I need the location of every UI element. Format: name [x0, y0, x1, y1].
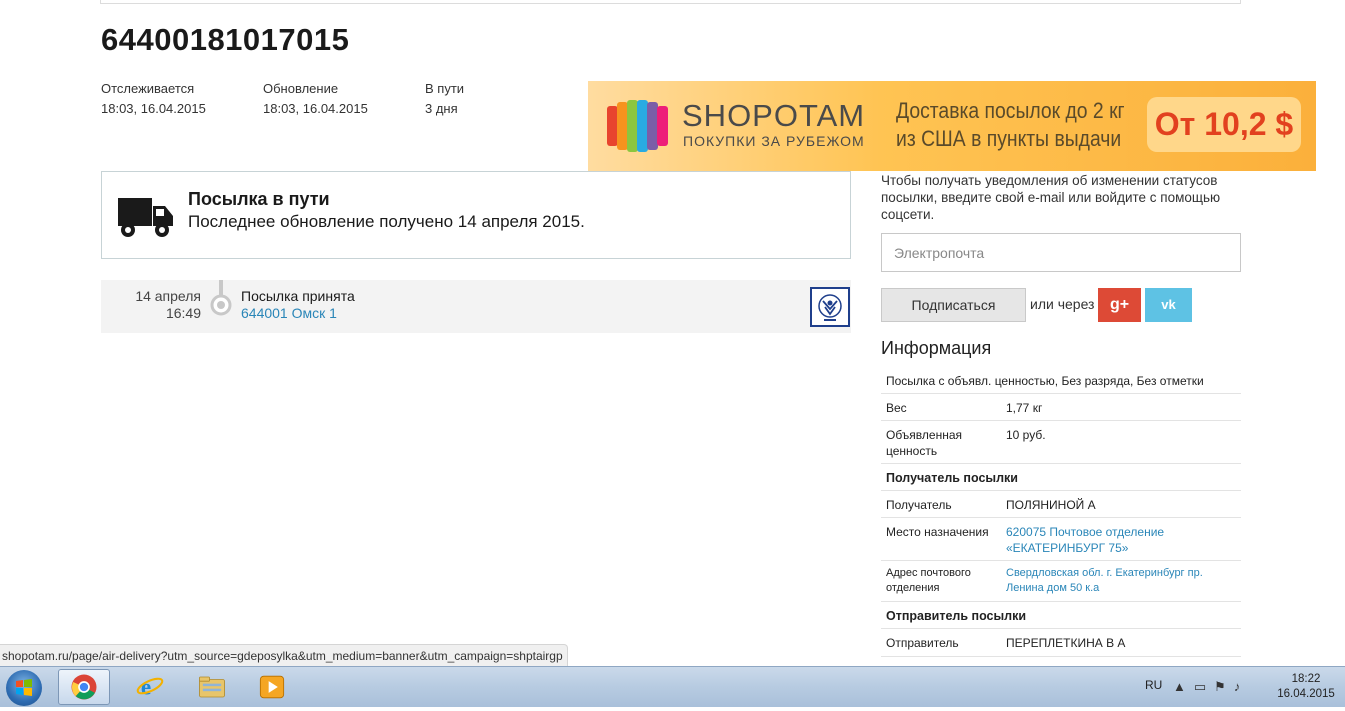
tray-clock[interactable]: 18:22 16.04.2015 — [1275, 672, 1337, 702]
truck-icon — [118, 198, 173, 237]
event-location-link[interactable]: 644001 Омск 1 — [241, 305, 337, 321]
event-datetime: 14 апреля 16:49 — [135, 288, 201, 322]
info-row-address: Адрес почтового отделения Свердловская о… — [881, 561, 1241, 602]
timeline-node-icon — [210, 280, 232, 316]
banner-promo-line2: из США в пункты выдачи — [896, 126, 1122, 151]
shopotam-ad-banner[interactable]: SHOPOTAM ПОКУПКИ ЗА РУБЕЖОМ Доставка пос… — [588, 81, 1316, 171]
status-box: Посылка в пути Последнее обновление полу… — [101, 171, 851, 259]
status-title: Посылка в пути — [188, 189, 330, 209]
windows-logo-icon — [16, 679, 32, 696]
or-via-label: или через — [1030, 296, 1095, 312]
start-button[interactable] — [6, 670, 42, 706]
info-sender-label: Отправитель — [886, 636, 959, 650]
subscribe-description: Чтобы получать уведомления об изменении … — [881, 173, 1221, 222]
tracking-number: 64400181017015 — [101, 22, 350, 57]
tracking-event: 14 апреля 16:49 Посылка принята 644001 О… — [101, 280, 851, 333]
tray-network-icon[interactable]: ▭ — [1194, 679, 1214, 694]
meta-tracked-label: Отслеживается — [101, 81, 195, 96]
info-destination-line1[interactable]: 620075 Почтовое отделение — [1006, 524, 1236, 540]
info-declared-label-line1: Объявленная — [886, 428, 963, 442]
info-row-recipient: Получатель ПОЛЯНИНОЙ А — [881, 491, 1241, 518]
info-declared-label: Объявленная ценность — [886, 427, 1001, 459]
meta-tracked-value: 18:03, 16.04.2015 — [101, 101, 206, 116]
email-input[interactable] — [881, 233, 1241, 272]
info-recipient-label: Получатель — [886, 498, 952, 512]
info-row-sender-section: Отправитель посылки — [881, 602, 1241, 629]
info-row-type: Посылка с объявл. ценностью, Без разряда… — [881, 368, 1241, 394]
meta-updated: Обновление 18:03, 16.04.2015 — [263, 80, 368, 120]
info-destination-label: Место назначения — [886, 525, 989, 539]
tray-icons[interactable]: ▲▭⚑♪ — [1173, 679, 1248, 695]
event-name: Посылка принята — [241, 288, 355, 304]
info-row-recipient-section: Получатель посылки — [881, 464, 1241, 491]
meta-in-transit: В пути 3 дня — [425, 80, 464, 120]
info-row-declared: Объявленная ценность 10 руб. — [881, 421, 1241, 464]
meta-tracked: Отслеживается 18:03, 16.04.2015 — [101, 80, 206, 120]
tray-language[interactable]: RU — [1145, 678, 1162, 692]
taskbar-ie[interactable]: e — [124, 669, 176, 705]
info-recipient-value: ПОЛЯНИНОЙ А — [1006, 498, 1096, 512]
info-table: Посылка с объявл. ценностью, Без разряда… — [881, 368, 1241, 657]
banner-promo: Доставка посылок до 2 кг из США в пункты… — [896, 97, 1125, 153]
info-row-sender: Отправитель ПЕРЕПЛЕТКИНА В А — [881, 629, 1241, 657]
info-address-line2[interactable]: Ленина дом 50 к.а — [1006, 581, 1236, 596]
banner-tagline: ПОКУПКИ ЗА РУБЕЖОМ — [683, 133, 865, 149]
windows-taskbar: e RU ▲▭⚑♪ 18:22 16.04.2015 — [0, 666, 1345, 707]
internet-explorer-icon: e — [136, 674, 164, 700]
info-declared-label-line2: ценность — [886, 444, 938, 458]
info-weight-value: 1,77 кг — [1006, 401, 1043, 415]
meta-in-transit-value: 3 дня — [425, 101, 458, 116]
russian-post-icon — [810, 287, 850, 327]
info-title: Информация — [881, 338, 992, 358]
tray-flag-icon[interactable]: ⚑ — [1214, 679, 1234, 694]
banner-promo-line1: Доставка посылок до 2 кг — [896, 98, 1125, 123]
folder-icon — [199, 676, 225, 698]
clock-time: 18:22 — [1291, 673, 1321, 685]
meta-updated-value: 18:03, 16.04.2015 — [263, 101, 368, 116]
vk-button[interactable]: vk — [1145, 288, 1192, 322]
taskbar-explorer[interactable] — [186, 669, 238, 705]
event-time: 16:49 — [165, 305, 201, 321]
status-description: Последнее обновление получено 14 апреля … — [188, 212, 585, 231]
sender-section-title: Отправитель посылки — [886, 609, 1027, 623]
browser-status-url: shopotam.ru/page/air-delivery?utm_source… — [0, 644, 568, 668]
info-declared-value: 10 руб. — [1006, 428, 1046, 442]
info-weight-label: Вес — [886, 401, 907, 415]
info-parcel-type: Посылка с объявл. ценностью, Без разряда… — [886, 374, 1204, 388]
banner-brand: SHOPOTAM — [682, 98, 866, 133]
tray-volume-icon[interactable]: ♪ — [1234, 679, 1249, 694]
shopotam-logo-icon — [607, 100, 668, 152]
event-date: 14 апреля — [135, 288, 201, 304]
info-destination-line2[interactable]: «ЕКАТЕРИНБУРГ 75» — [1006, 540, 1236, 556]
banner-price: От 10,2 $ — [1147, 97, 1301, 152]
info-address-label: Адрес почтового отделения — [886, 566, 1001, 596]
info-address-label-line2: отделения — [886, 582, 940, 594]
tray-expand-icon[interactable]: ▲ — [1173, 679, 1194, 694]
info-address-line1[interactable]: Свердловская обл. г. Екатеринбург пр. — [1006, 566, 1236, 581]
info-row-destination: Место назначения 620075 Почтовое отделен… — [881, 518, 1241, 561]
clock-date: 16.04.2015 — [1277, 688, 1335, 700]
media-player-icon — [259, 675, 285, 699]
info-address-label-line1: Адрес почтового — [886, 567, 971, 579]
recipient-section-title: Получатель посылки — [886, 471, 1018, 485]
page-top-border — [100, 0, 1241, 4]
chrome-icon — [71, 674, 97, 700]
taskbar-media-player[interactable] — [246, 669, 298, 705]
svg-text:e: e — [141, 674, 151, 700]
info-row-weight: Вес 1,77 кг — [881, 394, 1241, 421]
taskbar-chrome[interactable] — [58, 669, 110, 705]
meta-updated-label: Обновление — [263, 81, 339, 96]
meta-in-transit-label: В пути — [425, 81, 465, 96]
info-address-link[interactable]: Свердловская обл. г. Екатеринбург пр. Ле… — [1006, 566, 1236, 596]
info-destination-link[interactable]: 620075 Почтовое отделение «ЕКАТЕРИНБУРГ … — [1006, 524, 1236, 556]
google-plus-button[interactable]: g+ — [1098, 288, 1141, 322]
subscribe-button[interactable]: Подписаться — [881, 288, 1026, 322]
info-sender-value: ПЕРЕПЛЕТКИНА В А — [1006, 636, 1126, 650]
